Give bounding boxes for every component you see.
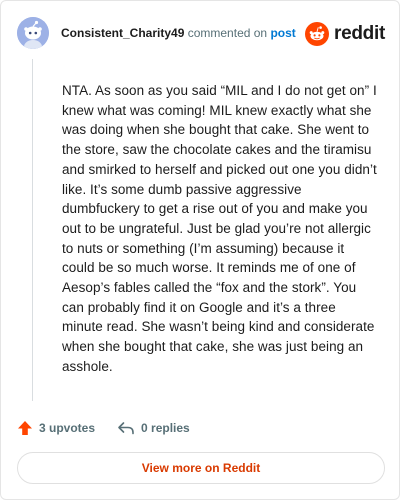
comment-body: NTA. As soon as you said “MIL and I do n… — [62, 83, 377, 374]
reddit-logo-icon — [305, 22, 330, 46]
comment-header: Consistent_Charity49 commented on post r… — [17, 17, 385, 51]
view-more-button[interactable]: View more on Reddit — [17, 452, 385, 484]
thread-line — [32, 59, 33, 401]
comment-footer: 3 upvotes 0 replies — [17, 418, 190, 438]
comment-card: Consistent_Charity49 commented on post r… — [0, 0, 400, 500]
upvote-button[interactable]: 3 upvotes — [17, 420, 95, 436]
reddit-wordmark: reddit — [334, 23, 385, 44]
upvote-count: 3 upvotes — [39, 421, 96, 435]
reply-count: 0 replies — [141, 421, 190, 435]
action-text: commented on — [187, 26, 268, 40]
snoo-avatar-icon — [17, 17, 49, 49]
reddit-logo[interactable]: reddit — [305, 21, 385, 47]
author-name[interactable]: Consistent_Charity49 — [61, 26, 184, 40]
comment-meta: Consistent_Charity49 commented on post — [61, 26, 296, 40]
post-link[interactable]: post — [270, 26, 295, 40]
reply-button[interactable]: 0 replies — [117, 420, 190, 436]
avatar[interactable] — [17, 17, 49, 49]
upvote-arrow-icon — [18, 421, 32, 435]
reply-arrow-icon — [118, 422, 134, 435]
